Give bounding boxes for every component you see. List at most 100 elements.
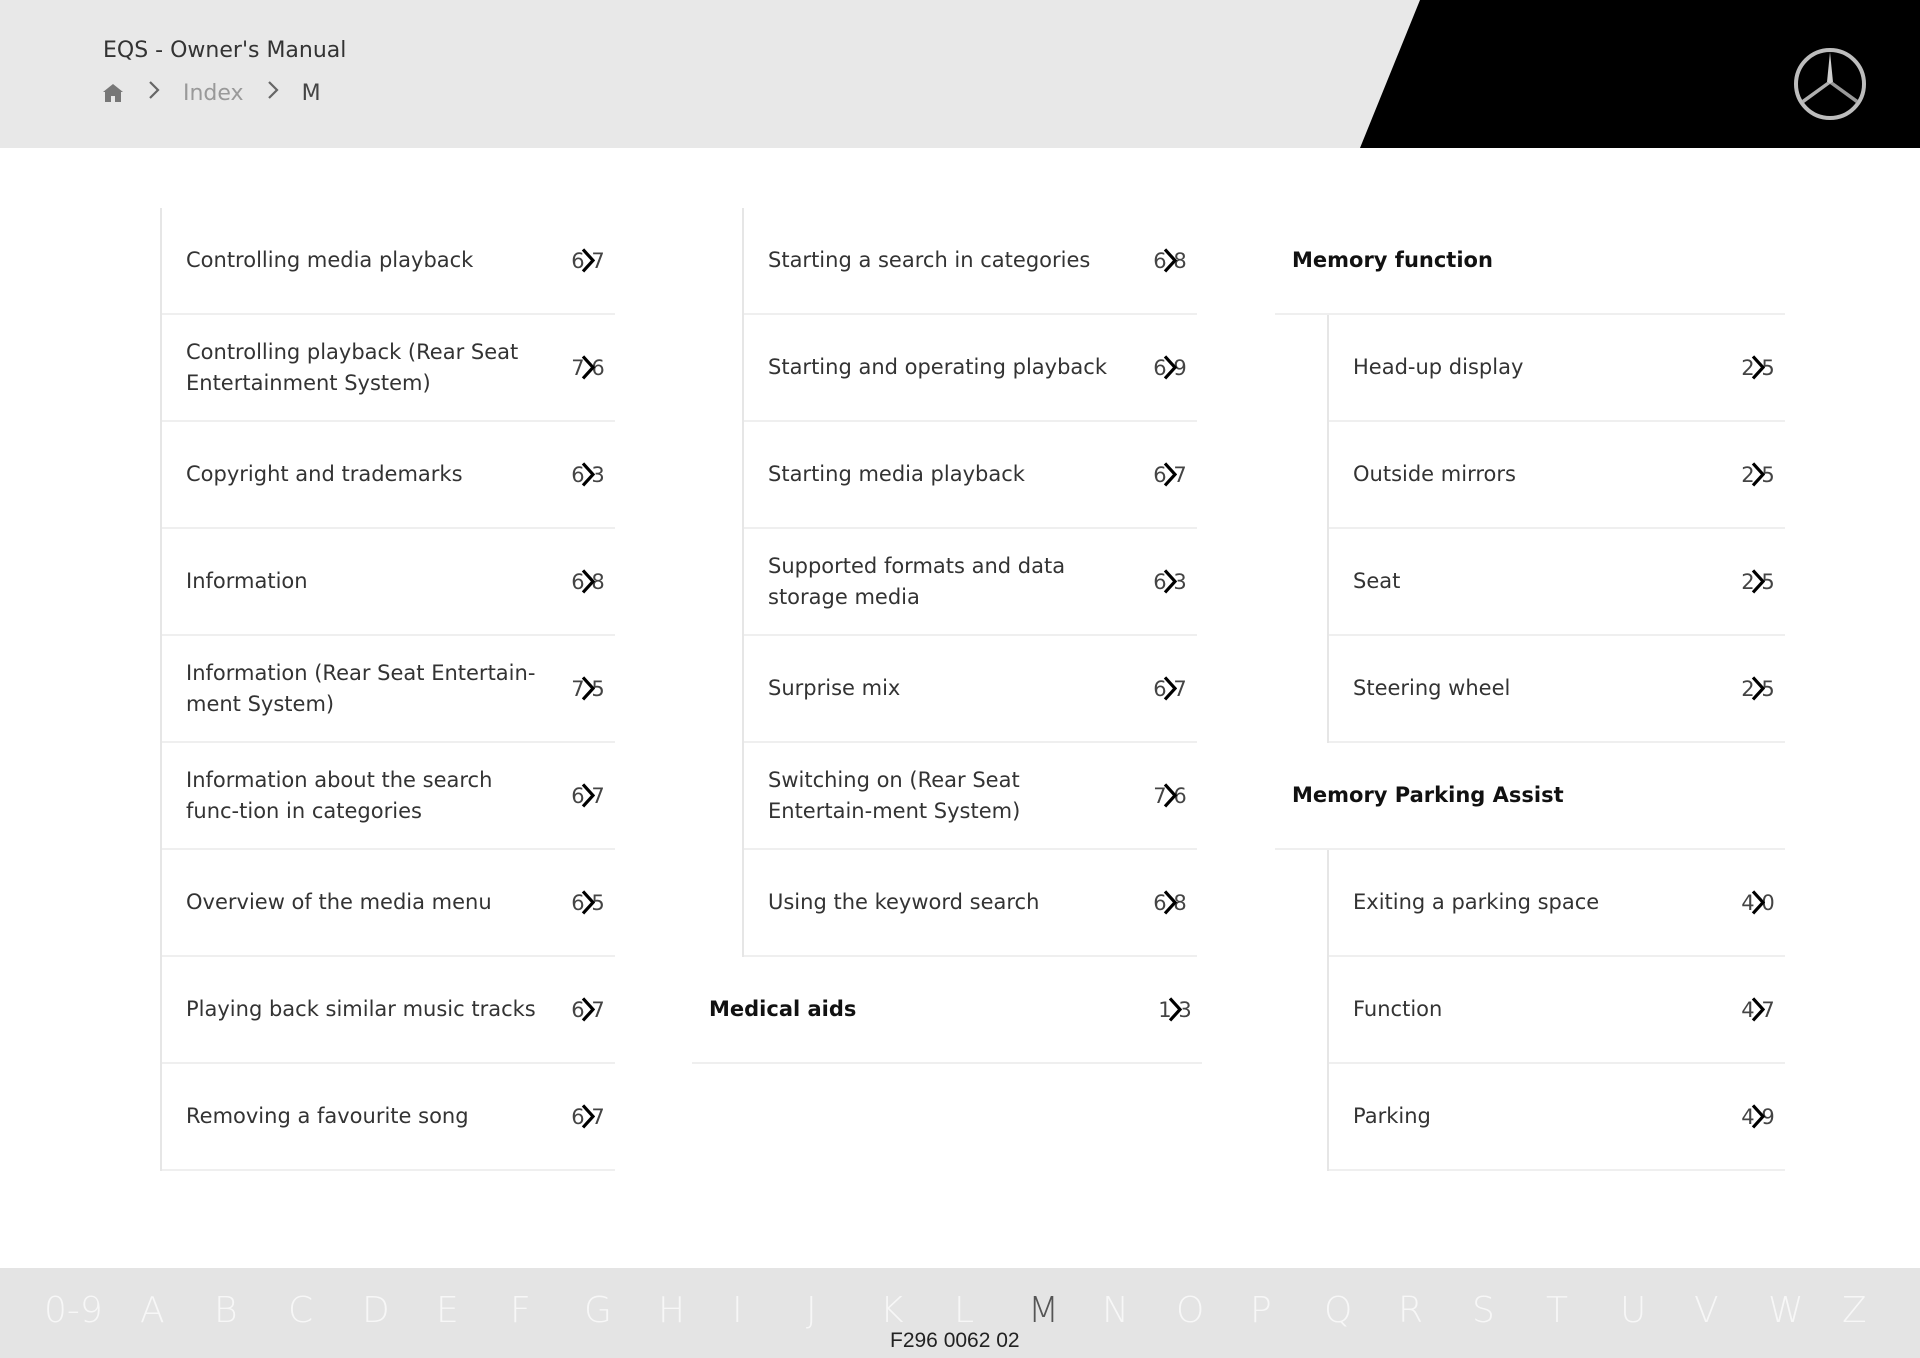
entry-label: Exiting a parking space — [1353, 890, 1600, 914]
entry-label: Head-up display — [1353, 355, 1524, 379]
chevron-right-icon — [1163, 247, 1177, 273]
index-entry[interactable]: Surprise mix 6 7 — [744, 636, 1197, 743]
chevron-right-icon — [1751, 354, 1765, 380]
index-heading: Memory Parking Assist — [1275, 743, 1785, 850]
index-entry[interactable]: Removing a favourite song 6 7 — [162, 1064, 615, 1171]
alphabet-letter-i[interactable]: I — [732, 1290, 806, 1331]
entry-page-number: 1 3 — [1154, 996, 1196, 1022]
index-entry[interactable]: Outside mirrors 2 5 — [1329, 422, 1785, 529]
index-column-3: Memory function Head-up display 2 5 Outsi… — [1275, 208, 1785, 1171]
alphabet-letter-k[interactable]: K — [880, 1290, 954, 1331]
index-entry[interactable]: Seat 2 5 — [1329, 529, 1785, 636]
entry-page-number: 2 5 — [1737, 675, 1779, 701]
breadcrumb-current: M — [301, 80, 321, 106]
index-entry[interactable]: Information about the search func-tion i… — [162, 743, 615, 850]
chevron-right-icon — [1163, 461, 1177, 487]
alphabet-letter-q[interactable]: Q — [1324, 1290, 1398, 1331]
alphabet-list: 0-9 A B C D E F G H I J K L M N O P Q R S T U V W Z — [44, 1290, 1916, 1331]
alphabet-letter-f[interactable]: F — [510, 1290, 584, 1331]
entry-page-number: 7 5 — [567, 675, 609, 701]
alphabet-letter-o[interactable]: O — [1176, 1290, 1250, 1331]
index-entry[interactable]: Information 6 8 — [162, 529, 615, 636]
entry-page-number: 6 7 — [1149, 461, 1191, 487]
index-entry[interactable]: Exiting a parking space 4 0 — [1329, 850, 1785, 957]
chevron-right-icon — [147, 80, 161, 106]
index-entry[interactable]: Starting media playback 6 7 — [744, 422, 1197, 529]
entry-label: Controlling playback (Rear Seat Entertai… — [186, 339, 519, 395]
alphabet-letter-r[interactable]: R — [1398, 1290, 1472, 1331]
heading-label: Medical aids — [709, 997, 857, 1021]
index-entry[interactable]: Copyright and trademarks 6 3 — [162, 422, 615, 529]
entry-label: Information about the search func-tion i… — [186, 767, 493, 823]
index-entry[interactable]: Head-up display 2 5 — [1329, 315, 1785, 422]
alphabet-letter-b[interactable]: B — [214, 1290, 288, 1331]
index-entry[interactable]: Controlling playback (Rear Seat Entertai… — [162, 315, 615, 422]
chevron-right-icon — [1163, 354, 1177, 380]
alphabet-letter-w[interactable]: W — [1768, 1290, 1842, 1331]
chevron-right-icon — [581, 247, 595, 273]
entry-group: Head-up display 2 5 Outside mirrors 2 5 Se… — [1327, 315, 1785, 743]
mercedes-star-logo — [1792, 46, 1868, 122]
chevron-right-icon — [1163, 889, 1177, 915]
index-entry[interactable]: Parking 4 9 — [1329, 1064, 1785, 1171]
index-entry[interactable]: Starting and operating playback 6 9 — [744, 315, 1197, 422]
index-entry[interactable]: Using the keyword search 6 8 — [744, 850, 1197, 957]
alphabet-letter-j[interactable]: J — [806, 1290, 880, 1331]
breadcrumb-index[interactable]: Index — [183, 81, 244, 106]
entry-label: Steering wheel — [1353, 676, 1511, 700]
alphabet-letter-v[interactable]: V — [1694, 1290, 1768, 1331]
alphabet-letter-m[interactable]: M — [1028, 1290, 1102, 1331]
entry-page-number: 4 7 — [1737, 996, 1779, 1022]
home-icon[interactable] — [101, 81, 125, 105]
chevron-right-icon — [581, 568, 595, 594]
index-entry[interactable]: Controlling media playback 6 7 — [162, 208, 615, 315]
index-entry[interactable]: Information (Rear Seat Entertain-ment Sy… — [162, 636, 615, 743]
index-heading: Memory function — [1275, 208, 1785, 315]
index-heading-medical-aids[interactable]: Medical aids 1 3 — [692, 957, 1202, 1064]
alphabet-letter-a[interactable]: A — [140, 1290, 214, 1331]
alphabet-letter-z[interactable]: Z — [1842, 1290, 1916, 1331]
alphabet-letter-u[interactable]: U — [1620, 1290, 1694, 1331]
alphabet-letter-s[interactable]: S — [1472, 1290, 1546, 1331]
alphabet-letter-e[interactable]: E — [436, 1290, 510, 1331]
chevron-right-icon — [581, 675, 595, 701]
index-column-1: Controlling media playback 6 7 Controllin… — [160, 208, 615, 1171]
entry-page-number: 6 3 — [567, 461, 609, 487]
chevron-right-icon — [1751, 568, 1765, 594]
entry-label: Information — [186, 569, 308, 593]
alphabet-letter-n[interactable]: N — [1102, 1290, 1176, 1331]
entry-label: Supported formats and data storage media — [768, 553, 1066, 609]
alphabet-letter-0-9[interactable]: 0-9 — [44, 1290, 140, 1331]
chevron-right-icon — [1751, 996, 1765, 1022]
chevron-right-icon — [581, 354, 595, 380]
index-entry[interactable]: Supported formats and data storage media… — [744, 529, 1197, 636]
entry-label: Starting a search in categories — [768, 248, 1091, 272]
alphabet-letter-c[interactable]: C — [288, 1290, 362, 1331]
entry-page-number: 4 0 — [1737, 889, 1779, 915]
index-entry[interactable]: Overview of the media menu 6 5 — [162, 850, 615, 957]
entry-label: Information (Rear Seat Entertain-ment Sy… — [186, 660, 536, 716]
chevron-right-icon — [1751, 675, 1765, 701]
chevron-right-icon — [581, 996, 595, 1022]
entry-page-number: 6 3 — [1149, 568, 1191, 594]
alphabet-letter-d[interactable]: D — [362, 1290, 436, 1331]
index-entry[interactable]: Switching on (Rear Seat Entertain-ment S… — [744, 743, 1197, 850]
alphabet-letter-h[interactable]: H — [658, 1290, 732, 1331]
alphabet-letter-p[interactable]: P — [1250, 1290, 1324, 1331]
entry-label: Copyright and trademarks — [186, 462, 463, 486]
entry-label: Seat — [1353, 569, 1401, 593]
entry-page-number: 6 7 — [1149, 675, 1191, 701]
entry-page-number: 6 7 — [567, 1103, 609, 1129]
alphabet-letter-l[interactable]: L — [954, 1290, 1028, 1331]
index-entry[interactable]: Playing back similar music tracks 6 7 — [162, 957, 615, 1064]
breadcrumb: Index M — [101, 80, 321, 106]
index-entry[interactable]: Function 4 7 — [1329, 957, 1785, 1064]
alphabet-letter-t[interactable]: T — [1546, 1290, 1620, 1331]
index-entry[interactable]: Steering wheel 2 5 — [1329, 636, 1785, 743]
index-entry[interactable]: Starting a search in categories 6 8 — [744, 208, 1197, 315]
chevron-right-icon — [1163, 568, 1177, 594]
entry-label: Function — [1353, 997, 1443, 1021]
entry-label: Using the keyword search — [768, 890, 1040, 914]
alphabet-letter-g[interactable]: G — [584, 1290, 658, 1331]
entry-page-number: 6 8 — [567, 568, 609, 594]
